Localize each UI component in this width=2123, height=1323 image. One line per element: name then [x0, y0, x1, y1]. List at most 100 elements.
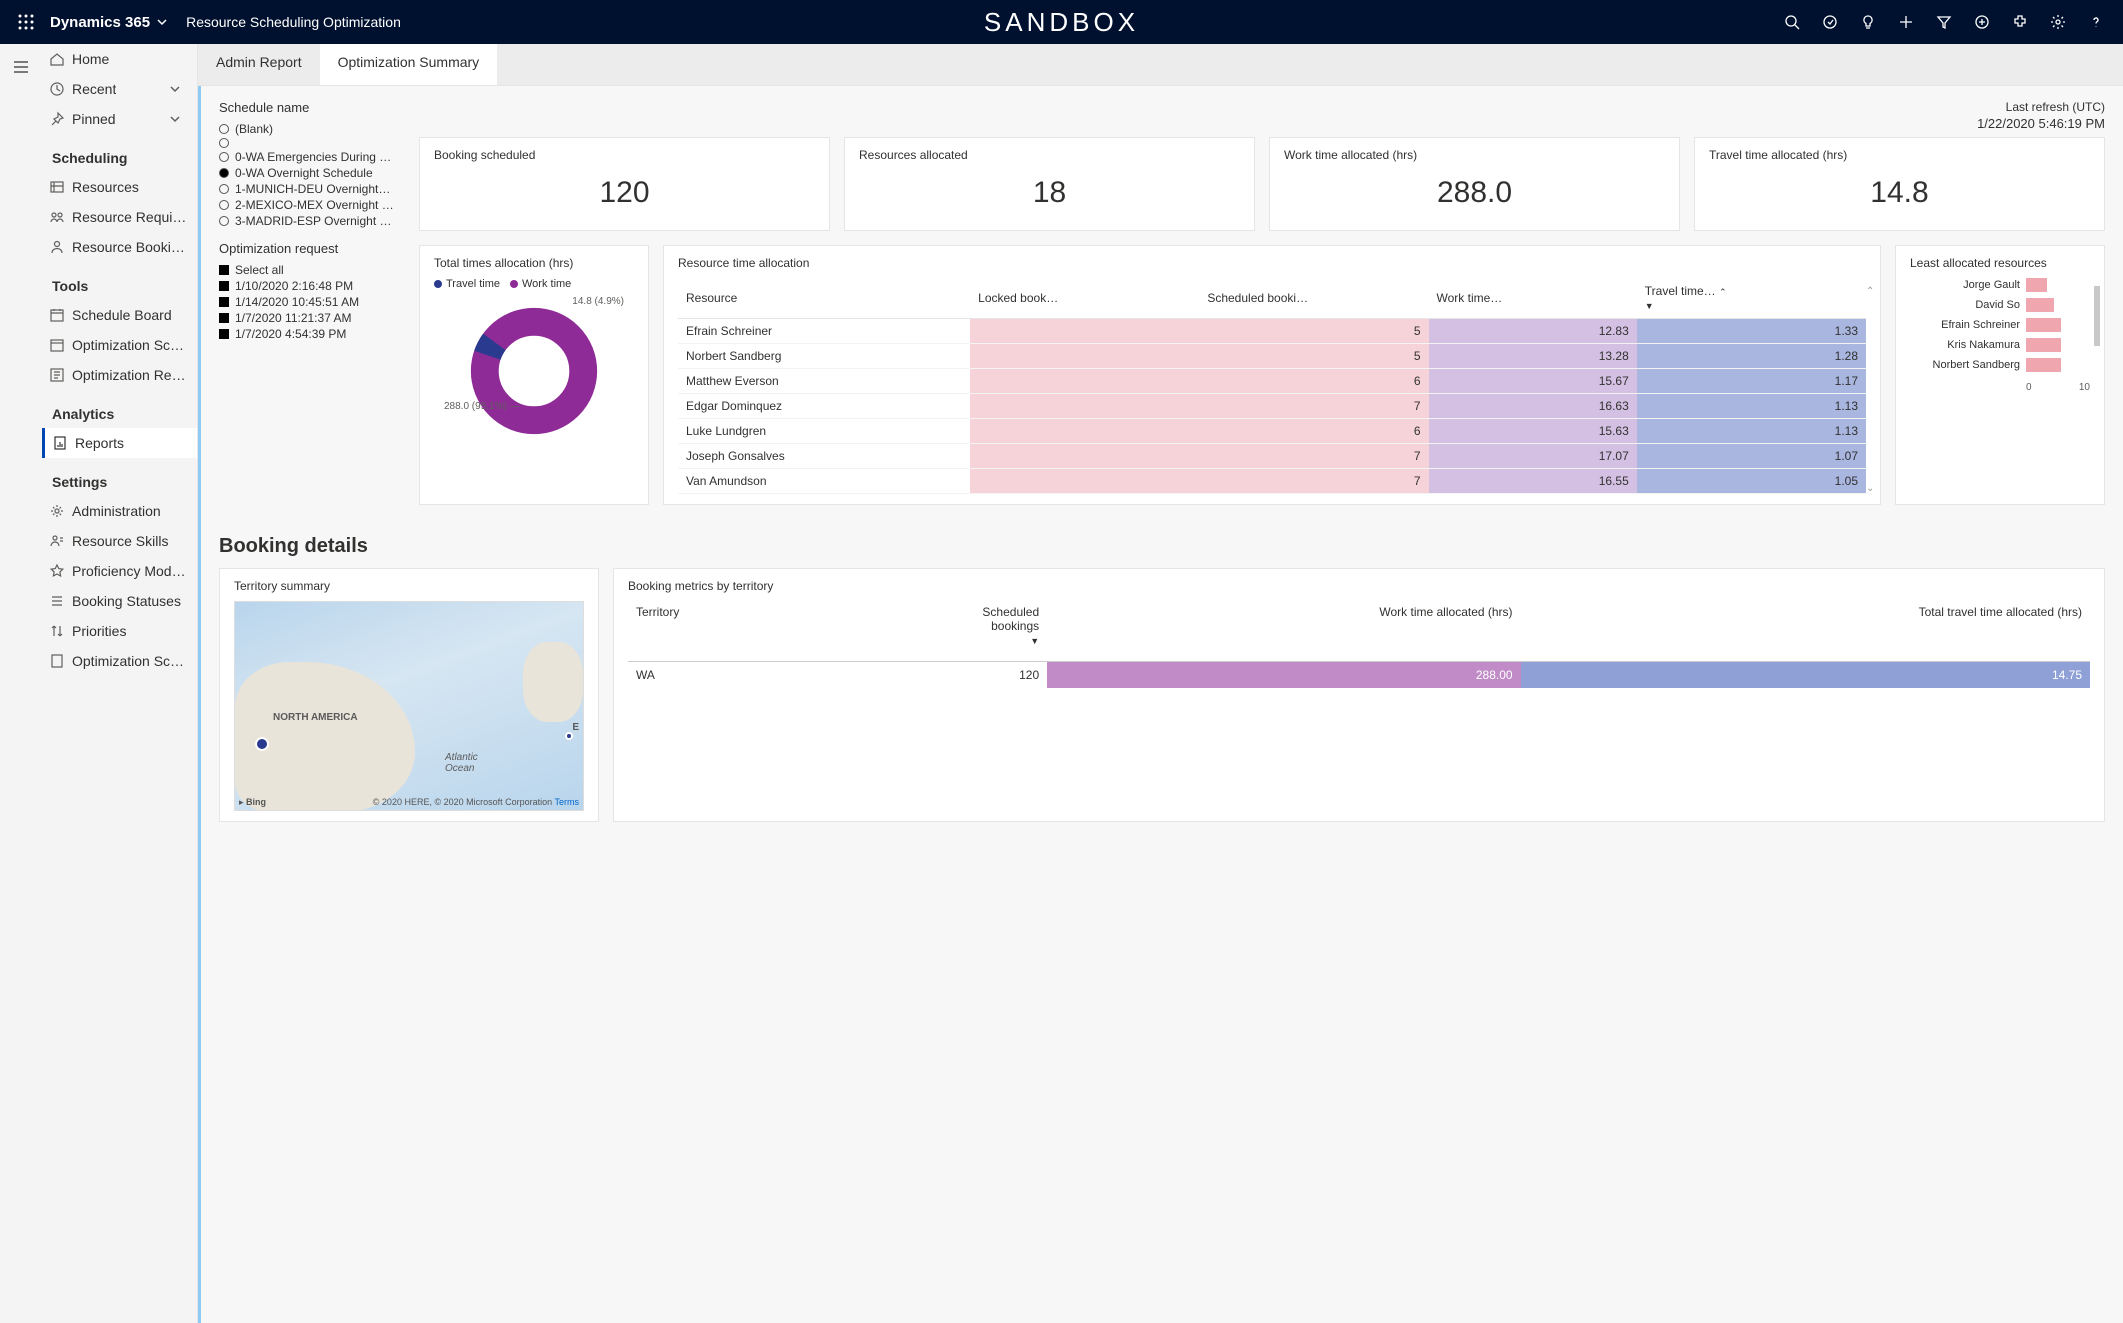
gear-icon[interactable]: [2049, 13, 2067, 31]
schedule-name-label: Schedule name: [219, 100, 405, 115]
table-row[interactable]: Efrain Schreiner512.831.33: [678, 319, 1866, 344]
nav-reports[interactable]: Reports: [42, 428, 197, 458]
metrics-table: TerritoryScheduledbookings▼Work time all…: [628, 601, 2090, 688]
nav-administration[interactable]: Administration: [42, 496, 197, 526]
kpi-booking-scheduled: Booking scheduled 120: [419, 137, 830, 231]
schedule-option[interactable]: 1-MUNICH-DEU Overnight…: [219, 181, 405, 197]
table-row[interactable]: Van Amundson716.551.05: [678, 469, 1866, 494]
report-icon: [45, 435, 75, 451]
table-row[interactable]: Luke Lundgren615.631.13: [678, 419, 1866, 444]
table-header[interactable]: Locked book…: [970, 278, 1199, 319]
hamburger-icon[interactable]: [12, 58, 30, 1323]
nav-resource-skills[interactable]: Resource Skills: [42, 526, 197, 556]
app-name: Resource Scheduling Optimization: [186, 14, 401, 30]
app-launcher-icon[interactable]: [8, 14, 44, 30]
kpi-travel-time: Travel time allocated (hrs) 14.8: [1694, 137, 2105, 231]
gear-icon: [42, 503, 72, 519]
table-header[interactable]: Scheduled booki…: [1199, 278, 1428, 319]
optreq-option[interactable]: 1/10/2020 2:16:48 PM: [219, 278, 405, 294]
task-icon[interactable]: [1821, 13, 1839, 31]
top-nav: Dynamics 365 Resource Scheduling Optimiz…: [0, 0, 2123, 44]
optreq-option[interactable]: 1/14/2020 10:45:51 AM: [219, 294, 405, 310]
optreq-option[interactable]: Select all: [219, 262, 405, 278]
tab-admin-report[interactable]: Admin Report: [198, 44, 320, 85]
schedule-option[interactable]: 0-WA Overnight Schedule: [219, 165, 405, 181]
table-header[interactable]: Resource: [678, 278, 970, 319]
plus-icon[interactable]: [1897, 13, 1915, 31]
table-scroll[interactable]: ⌃⌄: [1866, 286, 1876, 494]
nav-booking-statuses[interactable]: Booking Statuses: [42, 586, 197, 616]
nav-group-analytics: Analytics: [42, 390, 197, 428]
chevron-down-icon[interactable]: [156, 16, 168, 28]
person-icon: [42, 239, 72, 255]
territory-summary-card: Territory summary NORTH AMERICA E Atlant…: [219, 568, 599, 822]
side-nav: Home Recent Pinned Scheduling Resources …: [42, 44, 198, 1323]
optimization-request-label: Optimization request: [219, 241, 405, 256]
schedule-option[interactable]: (Blank): [219, 121, 405, 137]
list-icon: [42, 593, 72, 609]
tabs: Admin Report Optimization Summary: [198, 44, 2123, 86]
extension-icon[interactable]: [2011, 13, 2029, 31]
table-row[interactable]: Edgar Dominquez716.631.13: [678, 394, 1866, 419]
table-row[interactable]: Matthew Everson615.671.17: [678, 369, 1866, 394]
map-terms-link[interactable]: Terms: [555, 797, 580, 807]
nav-resource-requirements[interactable]: Resource Require…: [42, 202, 197, 232]
schedule-option[interactable]: [219, 137, 405, 149]
metrics-header[interactable]: Territory: [628, 601, 816, 662]
schedule-icon: [42, 337, 72, 353]
filters-panel: Schedule name (Blank) 0-WA Emergencies Du…: [219, 100, 405, 505]
nav-resources[interactable]: Resources: [42, 172, 197, 202]
schedule-option[interactable]: 3-MADRID-ESP Overnight …: [219, 213, 405, 229]
tab-optimization-summary[interactable]: Optimization Summary: [320, 44, 498, 85]
table-header[interactable]: Travel time… ⌃▼: [1637, 278, 1866, 319]
bar-row: Kris Nakamura: [1910, 338, 2090, 352]
optreq-option[interactable]: 1/7/2020 4:54:39 PM: [219, 326, 405, 342]
add-circle-icon[interactable]: [1973, 13, 1991, 31]
search-icon[interactable]: [1783, 13, 1801, 31]
left-rail: [0, 44, 42, 1323]
priority-icon: [42, 623, 72, 639]
star-icon: [42, 563, 72, 579]
table-row[interactable]: Joseph Gonsalves717.071.07: [678, 444, 1866, 469]
donut-chart: [469, 306, 599, 436]
filter-icon[interactable]: [1935, 13, 1953, 31]
nav-optimization-sco[interactable]: Optimization Sco…: [42, 646, 197, 676]
bulb-icon[interactable]: [1859, 13, 1877, 31]
nav-priorities[interactable]: Priorities: [42, 616, 197, 646]
optimization-request-list: Select all1/10/2020 2:16:48 PM1/14/2020 …: [219, 262, 405, 342]
nav-proficiency[interactable]: Proficiency Models: [42, 556, 197, 586]
schedule-option[interactable]: 2-MEXICO-MEX Overnight …: [219, 197, 405, 213]
metrics-header[interactable]: Scheduledbookings▼: [816, 601, 1047, 662]
territory-map[interactable]: NORTH AMERICA E Atlantic Ocean ▸ Bing © …: [234, 601, 584, 811]
nav-optimization-request[interactable]: Optimization Req…: [42, 360, 197, 390]
doc-icon: [42, 653, 72, 669]
least-allocated-card: Least allocated resources Jorge GaultDav…: [1895, 245, 2105, 505]
resource-table: ResourceLocked book…Scheduled booki…Work…: [678, 278, 1866, 494]
map-point-wa[interactable]: [255, 737, 269, 751]
metrics-row[interactable]: WA120288.0014.75: [628, 662, 2090, 689]
optreq-option[interactable]: 1/7/2020 11:21:37 AM: [219, 310, 405, 326]
bar-row: David So: [1910, 298, 2090, 312]
help-icon[interactable]: [2087, 13, 2105, 31]
nav-schedule-board[interactable]: Schedule Board: [42, 300, 197, 330]
bar-scroll[interactable]: [2094, 286, 2100, 346]
nav-home[interactable]: Home: [42, 44, 197, 74]
bing-logo: ▸ Bing: [239, 797, 266, 808]
booking-details-heading: Booking details: [219, 535, 2105, 558]
map-point-eu[interactable]: [565, 732, 573, 740]
brand-label[interactable]: Dynamics 365: [50, 14, 150, 31]
nav-pinned[interactable]: Pinned: [42, 104, 197, 134]
nav-optimization-schedule[interactable]: Optimization Sche…: [42, 330, 197, 360]
table-header[interactable]: Work time…: [1429, 278, 1637, 319]
metrics-header[interactable]: Work time allocated (hrs): [1047, 601, 1520, 662]
table-row[interactable]: Norbert Sandberg513.281.28: [678, 344, 1866, 369]
home-icon: [42, 51, 72, 67]
nav-resource-bookings[interactable]: Resource Bookings: [42, 232, 197, 262]
metrics-header[interactable]: Total travel time allocated (hrs): [1521, 601, 2090, 662]
nav-recent[interactable]: Recent: [42, 74, 197, 104]
booking-metrics-card: Booking metrics by territory TerritorySc…: [613, 568, 2105, 822]
request-icon: [42, 367, 72, 383]
calendar-icon: [42, 307, 72, 323]
schedule-option[interactable]: 0-WA Emergencies During …: [219, 149, 405, 165]
nav-group-settings: Settings: [42, 458, 197, 496]
